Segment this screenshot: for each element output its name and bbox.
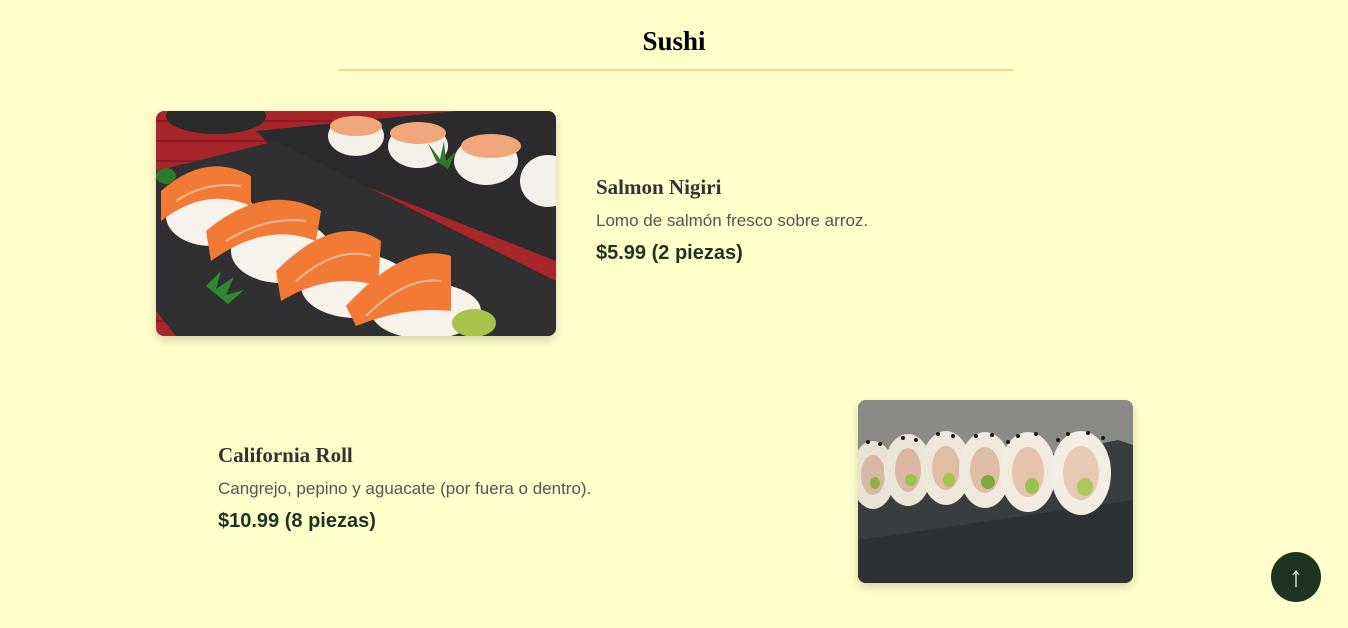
item-description: Cangrejo, pepino y aguacate (por fuera o…: [218, 479, 592, 499]
item-name: California Roll: [218, 443, 353, 467]
menu-item-salmon-nigiri: Salmon Nigiri Lomo de salmón fresco sobr…: [596, 175, 1096, 266]
california-roll-image: [858, 400, 1133, 583]
item-description: Lomo de salmón fresco sobre arroz.: [596, 211, 869, 231]
item-price: $10.99 (8 piezas): [218, 510, 376, 533]
menu-item-california-roll: California Roll Cangrejo, pepino y aguac…: [218, 443, 778, 534]
arrow-up-icon: ↑: [1289, 561, 1303, 592]
title-divider: [338, 69, 1013, 71]
back-to-top-button[interactable]: ↑: [1271, 552, 1321, 602]
item-name: Salmon Nigiri: [596, 175, 722, 199]
salmon-nigiri-image: [156, 111, 556, 336]
item-price: $5.99 (2 piezas): [596, 242, 743, 265]
section-title: Sushi: [642, 26, 706, 56]
